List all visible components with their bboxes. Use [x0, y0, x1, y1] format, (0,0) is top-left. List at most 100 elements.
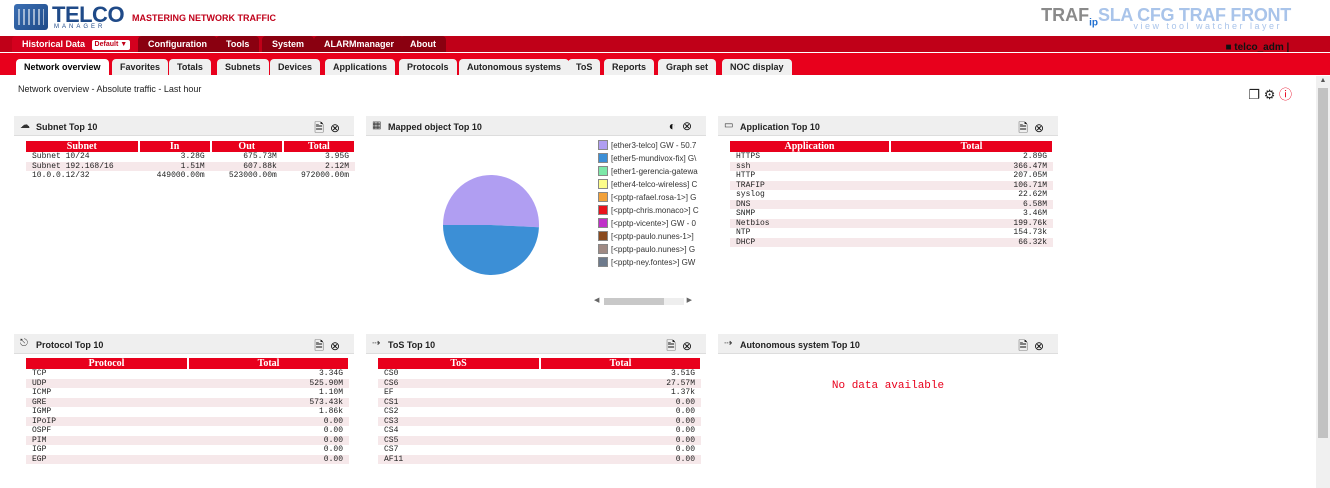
logout-link[interactable]: Logout [1292, 42, 1326, 53]
table-row[interactable]: GRE 573.43k [26, 397, 349, 407]
tab-system[interactable]: System [262, 36, 315, 52]
table-row[interactable]: DHCP 66.32k [730, 237, 1053, 247]
legend-item[interactable]: [<pptp-ney.fontes>] GW [598, 257, 710, 270]
telco-manager-logo[interactable]: TELCO MANAGER [14, 2, 125, 32]
close-icon[interactable]: ⊗ [330, 121, 346, 135]
tab-about[interactable]: About [400, 36, 446, 52]
subtab-totals[interactable]: Totals [169, 59, 211, 75]
gear-icon[interactable]: ⚙ [1264, 87, 1276, 102]
subtab-devices[interactable]: Devices [270, 59, 321, 75]
subtab-noc-display[interactable]: NOC display [722, 59, 792, 75]
legend-item[interactable]: [<pptp-chris.monaco>] C [598, 205, 710, 218]
document-icon[interactable]: 🗎 [1018, 121, 1034, 135]
legend-item[interactable]: [ether4-telco-wireless] C [598, 179, 710, 192]
close-icon[interactable]: ⊗ [1034, 121, 1050, 135]
table-row[interactable]: OSPF 0.00 [26, 426, 349, 436]
legend-item[interactable]: [<pptp-rafael.rosa-1>] G [598, 192, 710, 205]
table-row[interactable]: HTTPS 2.89G [730, 152, 1053, 162]
legend-item[interactable]: [ether5-mundivox-fix] G\ [598, 153, 710, 166]
col-in[interactable]: In [138, 141, 212, 152]
subtab-autonomous-systems[interactable]: Autonomous systems [459, 59, 570, 75]
table-row[interactable]: CS6 27.57M [378, 378, 701, 388]
document-icon[interactable]: 🗎 [314, 121, 330, 135]
tab-tools[interactable]: Tools [216, 36, 260, 52]
table-row[interactable]: CS1 0.00 [378, 397, 701, 407]
close-icon[interactable]: ⊗ [682, 119, 698, 133]
pie-slice[interactable] [443, 175, 539, 228]
username[interactable]: telco_adm [1234, 42, 1283, 53]
subtab-favorites[interactable]: Favorites [112, 59, 169, 75]
subtab-graph-set[interactable]: Graph set [658, 59, 717, 75]
document-icon[interactable]: 🗎 [1018, 339, 1034, 353]
col-total[interactable]: Total [540, 358, 702, 369]
scroll-right-icon[interactable]: ▶ [687, 296, 692, 304]
legend-item[interactable]: [<pptp-vicente>] GW - 0 [598, 218, 710, 231]
table-row[interactable]: CS0 3.51G [378, 369, 701, 379]
table-row[interactable]: syslog 22.62M [730, 190, 1053, 200]
table-row[interactable]: TCP 3.34G [26, 369, 349, 379]
subtab-reports[interactable]: Reports [604, 59, 655, 75]
table-row[interactable]: IPoIP 0.00 [26, 416, 349, 426]
table-row[interactable]: CS7 0.00 [378, 445, 701, 455]
close-icon[interactable]: ⊗ [682, 339, 698, 353]
close-icon[interactable]: ⊗ [1034, 339, 1050, 353]
col-protocol[interactable]: Protocol [26, 358, 189, 369]
document-icon[interactable]: 🗎 [666, 339, 682, 353]
subtab-protocols[interactable]: Protocols [399, 59, 457, 75]
table-row[interactable]: EGP 0.00 [26, 454, 349, 464]
help-icon[interactable]: ⓘ [1279, 87, 1292, 102]
table-row[interactable]: ICMP 1.10M [26, 388, 349, 398]
module-trafip[interactable]: TRAFip [1041, 5, 1098, 29]
col-tos[interactable]: ToS [378, 358, 541, 369]
table-row[interactable]: HTTP 207.05M [730, 171, 1053, 181]
tab-historical-data[interactable]: Historical Data Default ▼ [12, 36, 141, 52]
table-row[interactable]: CS5 0.00 [378, 435, 701, 445]
scrollbar-thumb[interactable] [1318, 88, 1328, 438]
col-subnet[interactable]: Subnet [26, 141, 140, 152]
legend-scroll-thumb[interactable] [604, 298, 664, 305]
table-row[interactable]: 10.0.0.12/32 449000.00m 523000.00m 972000.0… [26, 171, 355, 181]
table-row[interactable]: PIM 0.00 [26, 435, 349, 445]
legend-item[interactable]: [ether1-gerencia-gatewa [598, 166, 710, 179]
table-row[interactable]: CS3 0.00 [378, 416, 701, 426]
subtab-tos[interactable]: ToS [568, 59, 601, 75]
subtab-subnets[interactable]: Subnets [217, 59, 269, 75]
tab-alarmmanager[interactable]: ALARMmanager [314, 36, 405, 52]
table-row[interactable]: Netbios 199.76k [730, 218, 1053, 228]
table-row[interactable]: Subnet 192.168/16 1.51M 607.88k 2.12M [26, 161, 355, 171]
legend-item[interactable]: [<pptp-paulo.nunes>] G [598, 244, 710, 257]
pie-slice[interactable] [443, 225, 539, 275]
table-row[interactable]: IGP 0.00 [26, 445, 349, 455]
table-row[interactable]: AF11 0.00 [378, 454, 701, 464]
table-row[interactable]: IGMP 1.86k [26, 407, 349, 417]
table-row[interactable]: EF 1.37k [378, 388, 701, 398]
table-row[interactable]: CS4 0.00 [378, 426, 701, 436]
col-total[interactable]: Total [188, 358, 350, 369]
table-row[interactable]: NTP 154.73k [730, 228, 1053, 238]
scroll-left-icon[interactable]: ◀ [594, 296, 599, 304]
legend-item[interactable]: [<pptp-paulo.nunes-1>] [598, 231, 710, 244]
table-row[interactable]: UDP 525.90M [26, 378, 349, 388]
table-row[interactable]: TRAFIP 106.71M [730, 180, 1053, 190]
subtab-network-overview[interactable]: Network overview [16, 59, 109, 75]
col-out[interactable]: Out [210, 141, 284, 152]
table-row[interactable]: DNS 6.58M [730, 199, 1053, 209]
table-row[interactable]: CS2 0.00 [378, 407, 701, 417]
document-icon[interactable]: 🗎 [314, 339, 330, 353]
col-total[interactable]: Total [282, 141, 357, 152]
window-icon[interactable]: ❐ [1248, 87, 1260, 102]
close-icon[interactable]: ⊗ [330, 339, 346, 353]
table-row[interactable]: Subnet 10/24 3.28G 675.73M 3.95G [26, 152, 355, 162]
col-application[interactable]: Application [730, 141, 891, 152]
legend-item[interactable]: [ether3-telco] GW - 50.7 [598, 140, 710, 153]
col-total[interactable]: Total [890, 141, 1054, 152]
tab-configuration[interactable]: Configuration [138, 36, 217, 52]
subtab-applications[interactable]: Applications [325, 59, 396, 75]
default-dropdown[interactable]: Default ▼ [91, 40, 131, 50]
vertical-scrollbar[interactable]: ▲ [1316, 76, 1330, 488]
table-row[interactable]: SNMP 3.46M [730, 209, 1053, 219]
scroll-up-icon[interactable]: ▲ [1318, 77, 1328, 87]
pie-toggle-icon[interactable]: ◐ [669, 119, 682, 133]
legend-scrollbar[interactable]: ◀ ▶ [594, 296, 698, 306]
table-row[interactable]: ssh 366.47M [730, 161, 1053, 171]
